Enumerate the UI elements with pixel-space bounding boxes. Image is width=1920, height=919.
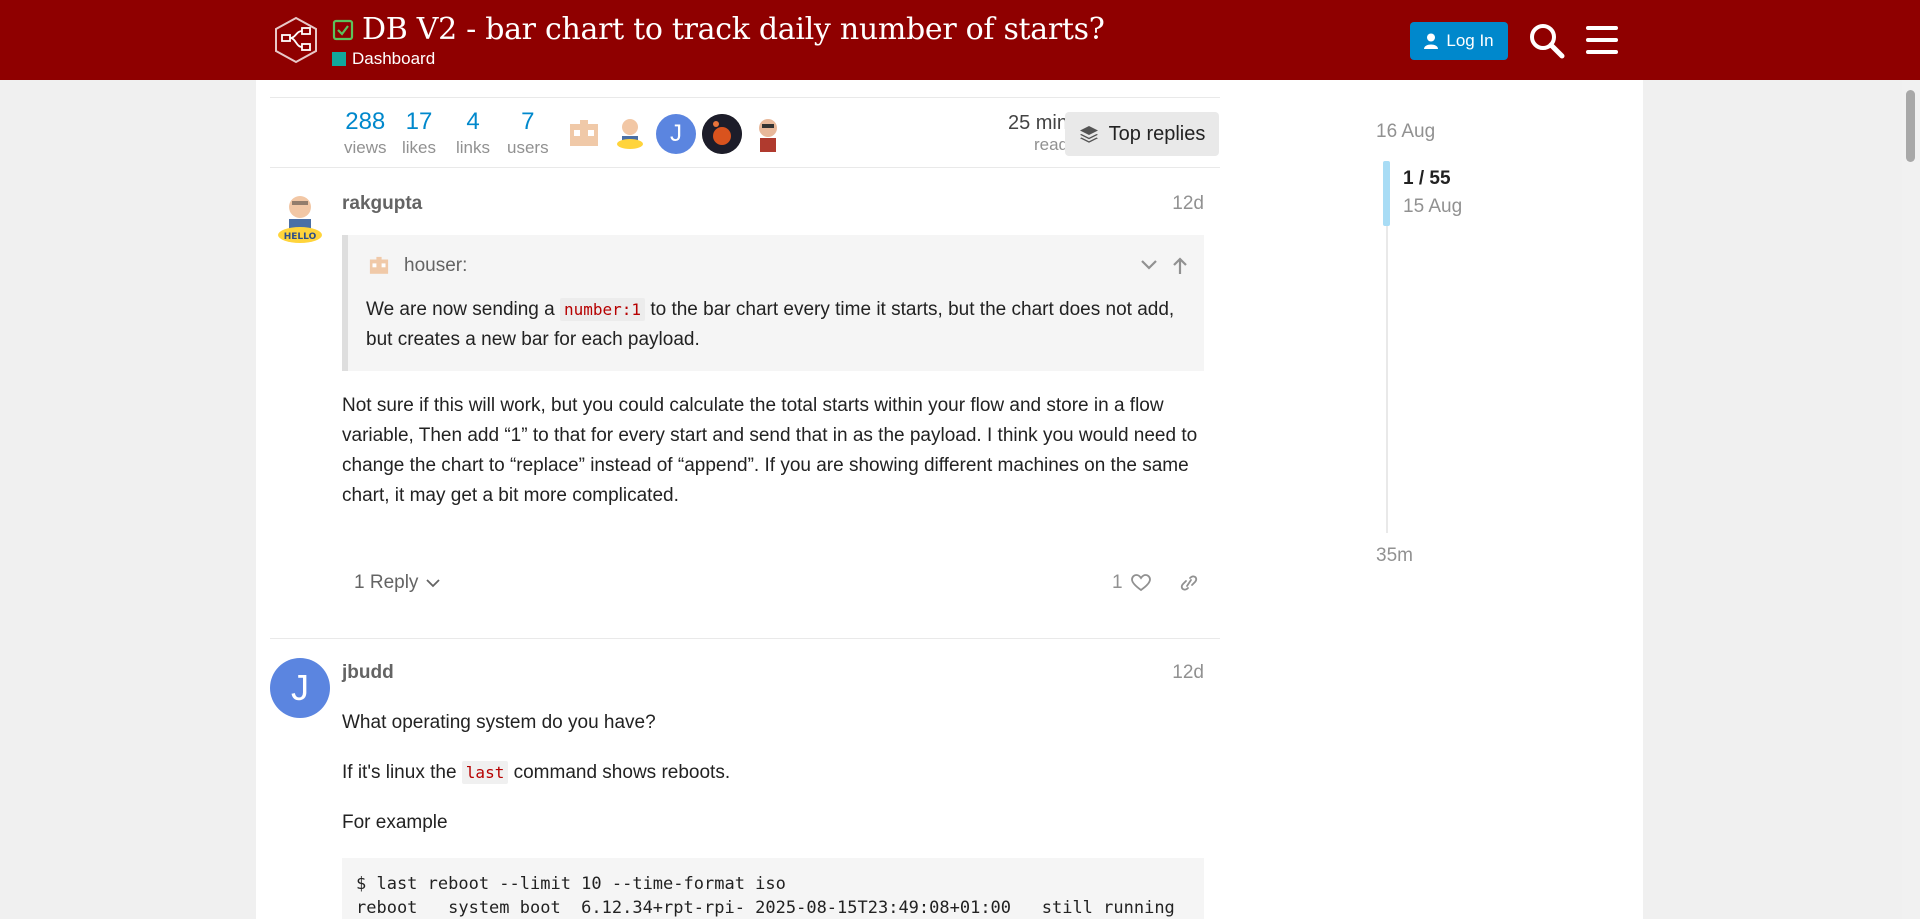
stat-likes[interactable]: 17 likes: [402, 110, 436, 159]
user-icon: [1424, 33, 1439, 49]
quote-block: houser: We are now sending a number:1 to…: [342, 235, 1204, 371]
post-text-part: command shows reboots.: [508, 762, 731, 783]
avatar[interactable]: [564, 114, 604, 154]
stat-value: 4: [466, 108, 480, 135]
login-label: Log In: [1446, 31, 1494, 50]
stat-value: 7: [521, 108, 535, 135]
timeline-position: 1 / 55: [1403, 168, 1451, 189]
chevron-down-icon[interactable]: [1140, 257, 1158, 271]
stat-label: views: [344, 138, 387, 157]
robot-avatar-icon: [570, 120, 598, 146]
quote-author[interactable]: houser:: [404, 255, 467, 277]
site-header: DB V2 - bar chart to track daily number …: [0, 0, 1920, 80]
like-count: 1: [1112, 572, 1123, 593]
chevron-down-icon: [426, 579, 441, 588]
stat-value: 17: [405, 108, 433, 135]
login-button[interactable]: Log In: [1410, 22, 1508, 60]
quote-text-part: We are now sending a: [366, 299, 560, 320]
svg-text:HELLO: HELLO: [284, 232, 317, 242]
timeline-current-date: 15 Aug: [1403, 196, 1463, 217]
read-time-label: read: [1033, 135, 1068, 154]
arrow-up-icon[interactable]: [1172, 257, 1188, 275]
avatar[interactable]: J: [656, 114, 696, 154]
timeline-end-date[interactable]: 35m: [1376, 545, 1413, 567]
timeline-start-date[interactable]: 16 Aug: [1376, 121, 1435, 143]
post-divider: [270, 638, 1220, 639]
post-date[interactable]: 12d: [1172, 662, 1204, 684]
stat-links[interactable]: 4 links: [456, 110, 490, 159]
code-block: $ last reboot --limit 10 --time-format i…: [342, 858, 1204, 919]
post-paragraph: If it's linux the last command shows reb…: [342, 758, 1204, 788]
post-username[interactable]: rakgupta: [342, 193, 422, 215]
top-replies-button[interactable]: Top replies: [1065, 112, 1219, 156]
character-avatar-icon: [759, 119, 777, 152]
quote-header: houser:: [366, 253, 467, 279]
stat-users[interactable]: 7 users: [507, 110, 549, 159]
read-time: 25 min read: [988, 112, 1068, 155]
post-body: Not sure if this will work, but you coul…: [342, 395, 1198, 506]
photo-avatar-icon: [702, 114, 742, 154]
post-paragraph: What operating system do you have?: [342, 712, 656, 733]
scrollbar-track[interactable]: [1902, 80, 1920, 919]
layers-icon: [1079, 126, 1098, 143]
site-logo-icon[interactable]: [274, 16, 318, 64]
code-line: reboot system boot 6.12.34+rpt-rpi- 2025…: [356, 898, 1175, 918]
post: J jbudd 12d What operating system do you…: [270, 658, 1220, 919]
inline-code: number:1: [560, 298, 646, 321]
link-icon[interactable]: [1178, 574, 1200, 592]
avatar[interactable]: J: [270, 658, 330, 718]
stat-label: users: [507, 138, 549, 157]
like-button[interactable]: 1: [1112, 572, 1151, 594]
avatar[interactable]: [748, 114, 788, 154]
quote-text: We are now sending a number:1 to the bar…: [366, 295, 1196, 355]
hamburger-menu-icon[interactable]: [1582, 20, 1622, 60]
robot-avatar-icon: [369, 256, 389, 274]
participant-avatars: J: [564, 114, 788, 154]
stat-value: 288: [345, 108, 386, 135]
post-username[interactable]: jbudd: [342, 662, 394, 684]
post: HELLO rakgupta 12d houser: We are now se…: [270, 189, 1220, 629]
category-badge[interactable]: Dashboard: [332, 49, 435, 69]
timeline-handle[interactable]: [1383, 161, 1390, 226]
replies-label: 1 Reply: [354, 572, 419, 593]
top-replies-label: Top replies: [1108, 122, 1206, 145]
post-paragraph: For example: [342, 812, 448, 833]
scrollbar-thumb[interactable]: [1906, 90, 1915, 162]
post-text-part: If it's linux the: [342, 762, 462, 783]
stat-views: 288 views: [344, 110, 387, 159]
cartoon-avatar-icon: [617, 119, 643, 149]
post-date[interactable]: 12d: [1172, 193, 1204, 215]
quote-controls: [1140, 257, 1188, 275]
read-time-value: 25 min: [1007, 112, 1068, 134]
inline-code: last: [461, 761, 509, 784]
category-name[interactable]: Dashboard: [352, 49, 435, 69]
post-actions: 1 Reply 1: [342, 566, 1204, 606]
avatar[interactable]: [702, 114, 742, 154]
avatar[interactable]: HELLO: [270, 189, 330, 249]
search-icon[interactable]: [1526, 20, 1566, 60]
category-color-swatch: [332, 52, 346, 66]
heart-icon: [1130, 574, 1151, 592]
solved-checkbox-icon: [332, 19, 354, 40]
code-line: $ last reboot --limit 10 --time-format i…: [356, 874, 786, 894]
avatar[interactable]: [610, 114, 650, 154]
cartoon-avatar-icon: HELLO: [278, 196, 322, 243]
stat-label: links: [456, 138, 491, 157]
show-replies-button[interactable]: 1 Reply: [354, 572, 441, 594]
topic-map: 288 views 17 likes 4 links 7 users J 25 …: [270, 97, 1220, 168]
stat-label: likes: [402, 138, 437, 157]
topic-title[interactable]: DB V2 - bar chart to track daily number …: [362, 12, 1105, 47]
